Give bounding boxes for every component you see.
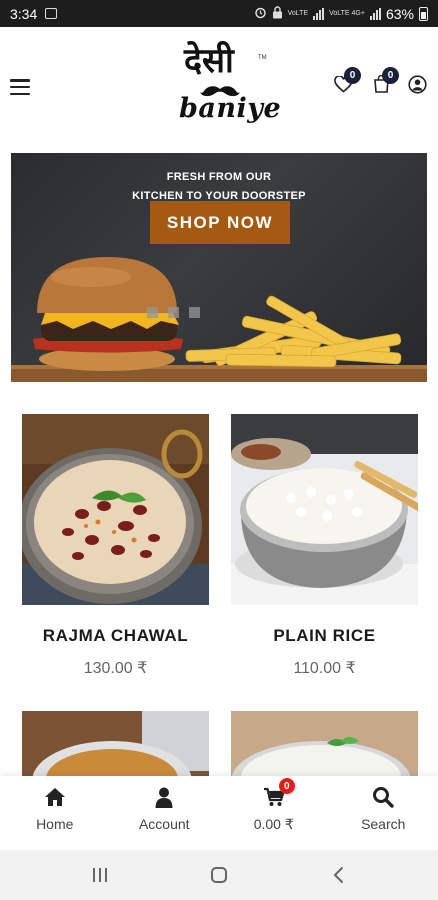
- header-cart-button[interactable]: 0: [370, 67, 399, 95]
- carousel-dot[interactable]: [189, 307, 200, 318]
- home-system-button[interactable]: [199, 860, 239, 890]
- back-chevron-icon: [333, 867, 344, 883]
- signal-icon: [313, 7, 325, 20]
- menu-icon[interactable]: [10, 79, 30, 95]
- product-price: 110.00 ₹: [293, 660, 356, 677]
- nav-search[interactable]: Search: [329, 776, 438, 850]
- app-screen: 3:34 VoLTE VoLTE 4G+ 63% देसी TM baniye …: [0, 0, 438, 900]
- product-card[interactable]: RAJMA CHAWAL 130.00 ₹: [22, 414, 209, 678]
- product-card[interactable]: PLAIN RICE 110.00 ₹: [231, 414, 418, 678]
- app-header: देसी TM baniye 0 0: [0, 27, 438, 145]
- person-icon: [152, 786, 176, 808]
- nav-cart-total: 0.00 ₹: [253, 816, 294, 832]
- user-button[interactable]: [406, 73, 428, 95]
- lock-icon: [272, 5, 283, 22]
- carousel-dot[interactable]: [168, 307, 179, 318]
- carousel-dot[interactable]: [147, 307, 158, 318]
- alarm-icon: [254, 6, 267, 22]
- logo-english-text: baniye: [179, 93, 282, 124]
- promo-banner[interactable]: FRESH FROM OUR KITCHEN TO YOUR DOORSTEP …: [11, 153, 427, 382]
- network-label-2: VoLTE 4G+: [329, 10, 365, 17]
- wishlist-count-badge: 0: [344, 67, 361, 84]
- status-bar: 3:34 VoLTE VoLTE 4G+ 63%: [0, 0, 438, 27]
- bottom-navigation: Home Account 0 0.00 ₹ Search: [0, 776, 438, 850]
- cart-icon: 0: [262, 778, 295, 808]
- shop-now-button[interactable]: SHOP NOW: [150, 201, 290, 244]
- back-system-button[interactable]: [318, 860, 358, 890]
- recent-apps-icon: [92, 868, 107, 882]
- banner-headline-1: FRESH FROM OUR: [166, 171, 272, 183]
- product-name[interactable]: PLAIN RICE: [231, 626, 418, 646]
- home-icon: [43, 786, 67, 808]
- nav-account[interactable]: Account: [110, 776, 220, 850]
- cart-count-badge: 0: [278, 778, 295, 794]
- header-cart-count-badge: 0: [382, 67, 399, 84]
- burger-fries-image: [11, 257, 427, 382]
- product-price: 130.00 ₹: [83, 660, 148, 677]
- nav-home[interactable]: Home: [0, 776, 110, 850]
- network-label-1: VoLTE: [287, 10, 309, 17]
- signal-icon-2: [369, 7, 381, 20]
- battery-percent: 63%: [385, 5, 414, 22]
- battery-icon: [419, 6, 428, 21]
- nav-home-label: Home: [36, 816, 74, 832]
- product-image[interactable]: [22, 414, 209, 605]
- logo-hindi-text: देसी: [184, 41, 234, 81]
- nav-cart[interactable]: 0 0.00 ₹: [219, 776, 329, 850]
- gallery-notification-icon: [45, 8, 58, 19]
- system-navigation-bar: [0, 850, 438, 900]
- user-icon: [407, 74, 427, 94]
- carousel-indicators[interactable]: [147, 307, 200, 318]
- nav-search-label: Search: [361, 816, 406, 832]
- product-image[interactable]: [231, 414, 418, 605]
- search-icon: [371, 786, 395, 808]
- recent-apps-button[interactable]: [80, 860, 120, 890]
- home-square-icon: [210, 867, 227, 883]
- nav-account-label: Account: [138, 816, 190, 832]
- product-name[interactable]: RAJMA CHAWAL: [22, 626, 209, 646]
- logo-trademark: TM: [258, 55, 267, 61]
- brand-logo[interactable]: देसी TM baniye: [176, 41, 281, 137]
- wishlist-button[interactable]: 0: [332, 67, 361, 95]
- status-time: 3:34: [10, 5, 38, 22]
